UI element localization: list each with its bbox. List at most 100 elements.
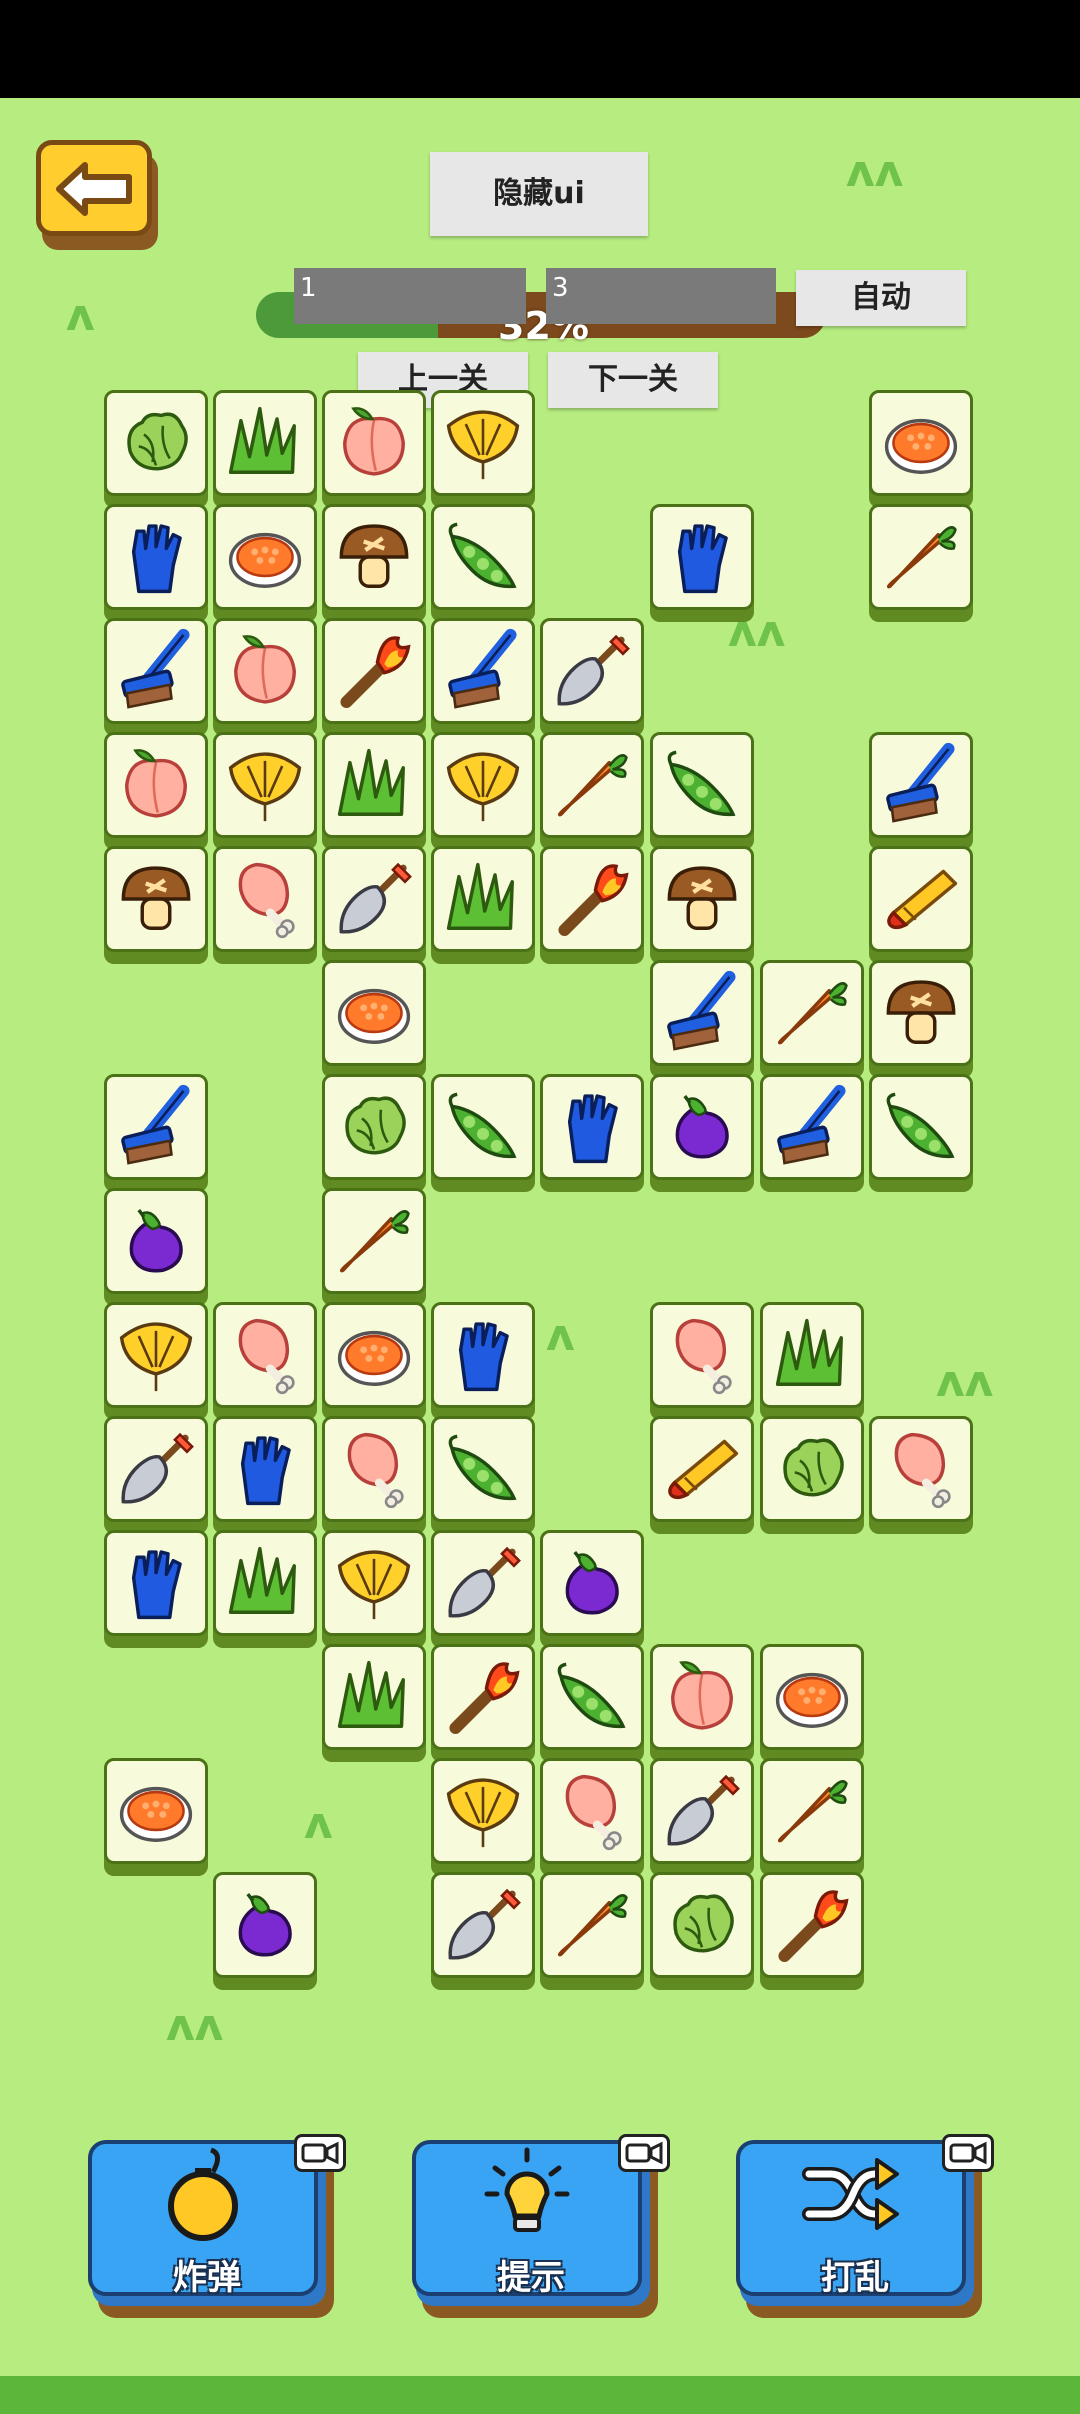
tile-drumstick[interactable] (869, 1416, 973, 1534)
tile-roe-bowl[interactable] (322, 960, 426, 1078)
tile-shovel[interactable] (650, 1758, 754, 1876)
carrot-icon (557, 1894, 628, 1957)
tile-carrot[interactable] (869, 504, 973, 622)
tile-pea-pod[interactable] (540, 1644, 644, 1762)
tile-torch[interactable] (540, 846, 644, 964)
tile-pea-pod[interactable] (431, 1074, 535, 1192)
tile-roe-bowl[interactable] (213, 504, 317, 622)
tile-roe-bowl[interactable] (760, 1644, 864, 1762)
tile-ginkgo[interactable] (431, 732, 535, 850)
tile-peach[interactable] (104, 732, 208, 850)
next-level-button[interactable]: 下一关 (548, 352, 718, 408)
tile-face (104, 1074, 208, 1180)
mushroom-icon (121, 866, 191, 930)
tile-drumstick[interactable] (213, 846, 317, 964)
tile-mushroom[interactable] (104, 846, 208, 964)
grass-decoration: ᴧ (66, 290, 95, 341)
tile-shovel[interactable] (104, 1416, 208, 1534)
hint-button[interactable]: 提示 (412, 2134, 670, 2320)
tile-grass[interactable] (213, 390, 317, 508)
tile-brush[interactable] (431, 618, 535, 736)
tile-ginkgo[interactable] (431, 390, 535, 508)
tile-face (104, 504, 208, 610)
tile-eggplant[interactable] (104, 1188, 208, 1306)
tile-brush[interactable] (760, 1074, 864, 1192)
tile-ginkgo[interactable] (213, 732, 317, 850)
tile-roe-bowl[interactable] (104, 1758, 208, 1876)
tile-glove[interactable] (431, 1302, 535, 1420)
tile-cabbage[interactable] (760, 1416, 864, 1534)
tile-glove[interactable] (540, 1074, 644, 1192)
tile-grass[interactable] (760, 1302, 864, 1420)
level-input-right[interactable]: 3 (546, 268, 776, 324)
tile-face (104, 1758, 208, 1864)
torch-icon (558, 864, 629, 936)
tile-glove[interactable] (104, 504, 208, 622)
tile-cabbage[interactable] (104, 390, 208, 508)
tile-cabbage[interactable] (650, 1872, 754, 1990)
tile-brush[interactable] (869, 732, 973, 850)
tile-brush[interactable] (104, 1074, 208, 1192)
tile-shovel[interactable] (540, 618, 644, 736)
tile-brush[interactable] (650, 960, 754, 1078)
tile-drumstick[interactable] (650, 1302, 754, 1420)
tile-peach[interactable] (213, 618, 317, 736)
tile-brush[interactable] (104, 618, 208, 736)
tile-mushroom[interactable] (650, 846, 754, 964)
tile-mushroom[interactable] (869, 960, 973, 1078)
tile-grass[interactable] (431, 846, 535, 964)
tile-glove[interactable] (213, 1416, 317, 1534)
tile-carrot[interactable] (760, 960, 864, 1078)
tile-eggplant[interactable] (540, 1530, 644, 1648)
tile-mushroom[interactable] (322, 504, 426, 622)
tile-ginkgo[interactable] (104, 1302, 208, 1420)
tile-face (104, 846, 208, 952)
tile-pea-pod[interactable] (869, 1074, 973, 1192)
tile-glove[interactable] (104, 1530, 208, 1648)
tile-torch[interactable] (760, 1872, 864, 1990)
tile-glove[interactable] (650, 504, 754, 622)
ginkgo-icon (337, 1550, 411, 1620)
tile-face (213, 504, 317, 610)
tile-carrot[interactable] (760, 1758, 864, 1876)
tile-crayon[interactable] (650, 1416, 754, 1534)
tile-carrot[interactable] (540, 1872, 644, 1990)
tile-eggplant[interactable] (650, 1074, 754, 1192)
tile-eggplant[interactable] (213, 1872, 317, 1990)
tile-carrot[interactable] (322, 1188, 426, 1306)
tile-carrot[interactable] (540, 732, 644, 850)
tile-drumstick[interactable] (322, 1416, 426, 1534)
tile-peach[interactable] (322, 390, 426, 508)
tile-pea-pod[interactable] (431, 1416, 535, 1534)
tile-roe-bowl[interactable] (869, 390, 973, 508)
shovel-icon (448, 1888, 521, 1960)
tile-pea-pod[interactable] (431, 504, 535, 622)
shuffle-button[interactable]: 打乱 (736, 2134, 994, 2320)
tile-grass[interactable] (322, 732, 426, 850)
tile-pea-pod[interactable] (650, 732, 754, 850)
tile-roe-bowl[interactable] (322, 1302, 426, 1420)
tile-torch[interactable] (322, 618, 426, 736)
drumstick-icon (347, 1432, 404, 1509)
back-button[interactable] (36, 140, 160, 252)
tile-grass[interactable] (322, 1644, 426, 1762)
level-input-left[interactable]: 1 (294, 268, 526, 324)
tile-shovel[interactable] (322, 846, 426, 964)
tile-grass[interactable] (213, 1530, 317, 1648)
tile-shovel[interactable] (431, 1872, 535, 1990)
eggplant-icon (675, 1095, 729, 1159)
hide-ui-button[interactable]: 隐藏ui (430, 152, 648, 236)
tile-drumstick[interactable] (540, 1758, 644, 1876)
bomb-button[interactable]: 炸弹 (88, 2134, 346, 2320)
tile-cabbage[interactable] (322, 1074, 426, 1192)
tile-shovel[interactable] (431, 1530, 535, 1648)
auto-button[interactable]: 自动 (796, 270, 966, 326)
tile-crayon[interactable] (869, 846, 973, 964)
tile-torch[interactable] (431, 1644, 535, 1762)
tile-ginkgo[interactable] (431, 1758, 535, 1876)
tile-drumstick[interactable] (213, 1302, 317, 1420)
tile-face (213, 1302, 317, 1408)
tile-ginkgo[interactable] (322, 1530, 426, 1648)
tile-peach[interactable] (650, 1644, 754, 1762)
brush-icon (448, 628, 517, 709)
